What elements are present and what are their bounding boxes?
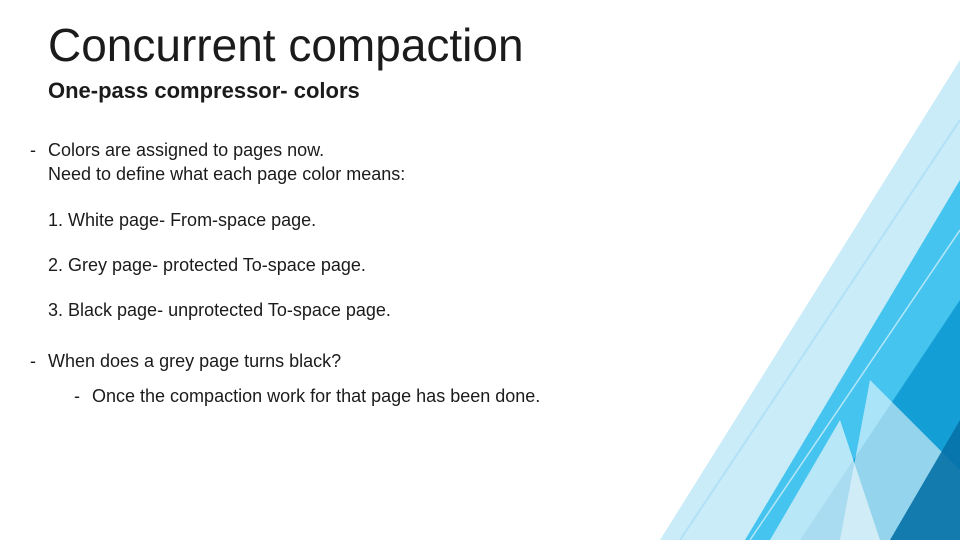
intro-bullet: - Colors are assigned to pages now. Need… — [30, 138, 920, 187]
list-item: 1. White page- From-space page. — [48, 209, 920, 232]
intro-line-2: Need to define what each page color mean… — [48, 162, 405, 186]
numbered-list: 1. White page- From-space page. 2. Grey … — [48, 209, 920, 323]
intro-text: Colors are assigned to pages now. Need t… — [48, 138, 405, 187]
slide: Concurrent compaction One-pass compresso… — [0, 0, 960, 540]
list-item: 2. Grey page- protected To-space page. — [48, 254, 920, 277]
question-text: When does a grey page turns black? — [48, 349, 341, 373]
answer-bullet: - Once the compaction work for that page… — [52, 384, 920, 409]
list-item: 3. Black page- unprotected To-space page… — [48, 299, 920, 322]
slide-title: Concurrent compaction — [48, 18, 920, 72]
content-area: Concurrent compaction One-pass compresso… — [0, 0, 960, 409]
question-bullet: - When does a grey page turns black? — [30, 349, 920, 374]
slide-subtitle: One-pass compressor- colors — [48, 78, 920, 104]
bullet-dash: - — [30, 349, 48, 374]
bullet-dash: - — [30, 138, 48, 163]
answer-text: Once the compaction work for that page h… — [92, 384, 540, 408]
intro-line-1: Colors are assigned to pages now. — [48, 138, 405, 162]
bullet-dash: - — [74, 384, 92, 409]
